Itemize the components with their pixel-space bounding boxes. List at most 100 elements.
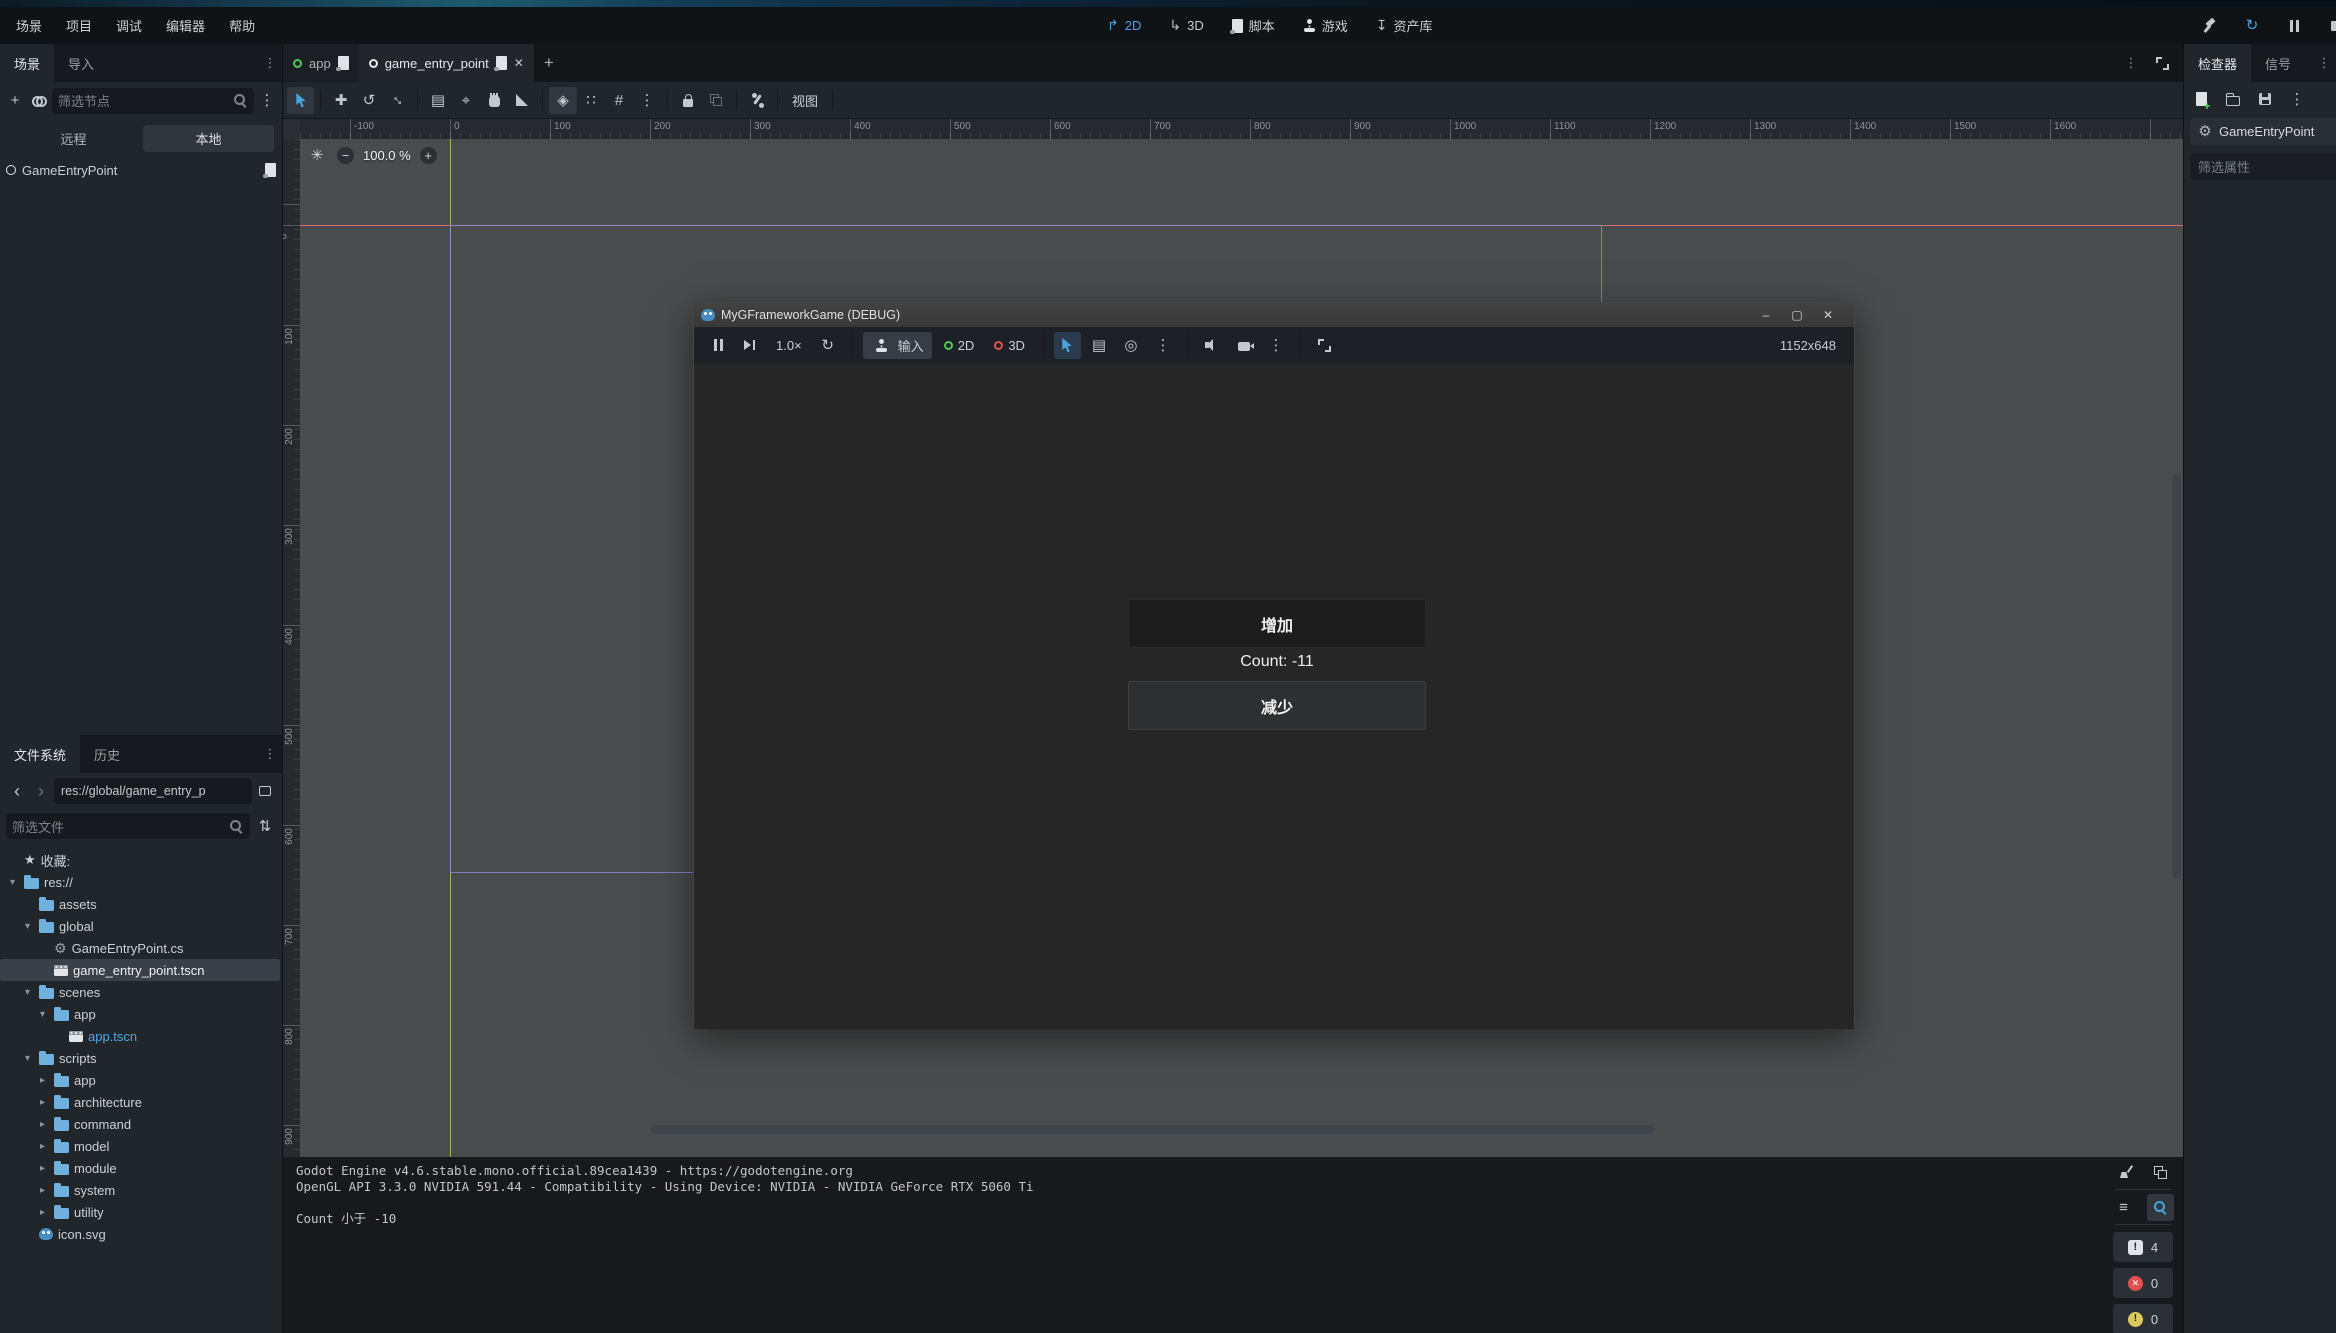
copy-output-button[interactable] (2149, 1161, 2171, 1183)
picking-button[interactable]: ◎ (1117, 332, 1145, 359)
tab-信号[interactable]: 信号 (2251, 44, 2305, 82)
file-tree-row-GameEntryPoint.cs[interactable]: ⚙GameEntryPoint.cs (0, 937, 280, 959)
workspace-button-3D[interactable]: ↳3D (1160, 12, 1212, 40)
pan-tool[interactable] (480, 87, 508, 114)
tab-导入[interactable]: 导入 (54, 44, 108, 82)
inspected-node-row[interactable]: ⚙ GameEntryPoint (2190, 118, 2336, 145)
scene-tree-options-menu[interactable]: ⋮ (256, 90, 278, 112)
tree-open-arrow-icon[interactable]: ▾ (6, 877, 19, 888)
workspace-button-游戏[interactable]: 游戏 (1294, 12, 1357, 40)
zoom-out-button[interactable]: − (337, 147, 354, 164)
file-tree-row-scenes[interactable]: ▾scenes (0, 981, 280, 1003)
menu-item-帮助[interactable]: 帮助 (217, 12, 267, 40)
instance-scene-button[interactable] (28, 90, 50, 112)
rotate-tool[interactable]: ↺ (355, 87, 383, 114)
tree-closed-arrow-icon[interactable]: ▸ (36, 1119, 49, 1130)
file-tree-row-utility[interactable]: ▸utility (0, 1201, 280, 1223)
mode-3d-button[interactable]: 3D (986, 332, 1033, 359)
tree-open-arrow-icon[interactable]: ▾ (21, 921, 34, 932)
tab-文件系统[interactable]: 文件系统 (0, 735, 80, 773)
scene-filter-input[interactable]: 筛选节点 (52, 88, 254, 114)
tree-closed-arrow-icon[interactable]: ▸ (36, 1075, 49, 1086)
horizontal-scrollbar[interactable] (651, 1125, 1654, 1134)
pivot-tool[interactable]: ⌖ (452, 87, 480, 114)
file-tree-row-[interactable]: ★收藏: (0, 849, 280, 871)
input-mode-button[interactable]: 输入 (863, 332, 932, 359)
file-tree-row-app[interactable]: ▸app (0, 1069, 280, 1091)
camera-override-button[interactable] (1230, 332, 1258, 359)
save-resource-button[interactable] (2254, 88, 2276, 110)
pause-game-button[interactable] (704, 332, 732, 359)
scale-tool[interactable]: ↕ (383, 87, 411, 114)
warnings-badge[interactable]: !0 (2113, 1304, 2173, 1333)
new-resource-button[interactable] (2190, 88, 2212, 110)
file-tree-row-scripts[interactable]: ▾scripts (0, 1047, 280, 1069)
view-menu[interactable]: 视图 (784, 87, 826, 114)
property-filter-input[interactable]: 筛选属性 (2190, 153, 2336, 180)
restart-game-button[interactable]: ↻ (814, 332, 842, 359)
select-options-menu[interactable]: ⋮ (1149, 332, 1177, 359)
resource-options-menu[interactable]: ⋮ (2286, 88, 2308, 110)
add-node-button[interactable]: + (4, 90, 26, 112)
tab-场景[interactable]: 场景 (0, 44, 54, 82)
tab-options-menu[interactable]: ⋮ (2312, 51, 2336, 75)
tree-closed-arrow-icon[interactable]: ▸ (36, 1163, 49, 1174)
tree-closed-arrow-icon[interactable]: ▸ (36, 1207, 49, 1218)
close-button[interactable]: ✕ (1817, 306, 1839, 324)
tab-options-menu[interactable]: ⋮ (258, 742, 282, 766)
zoom-level-label[interactable]: 100.0 % (363, 148, 411, 163)
list-select-tool[interactable]: ▤ (424, 87, 452, 114)
select-tool[interactable] (287, 87, 314, 114)
scene-tab-game_entry_point[interactable]: game_entry_point✕ (359, 44, 534, 82)
tab-options-menu[interactable]: ⋮ (258, 51, 282, 75)
script-icon[interactable] (265, 163, 276, 177)
workspace-button-资产库[interactable]: ↧资产库 (1367, 12, 1442, 40)
grid-snap-toggle[interactable]: ∷ (577, 87, 605, 114)
2d-viewport[interactable]: ✳ − 100.0 % + MyGFrameworkGame (DEBUG) –… (300, 139, 2183, 1160)
menu-item-场景[interactable]: 场景 (4, 12, 54, 40)
file-tree-row-module[interactable]: ▸module (0, 1157, 280, 1179)
tree-open-arrow-icon[interactable]: ▾ (21, 987, 34, 998)
tab-历史[interactable]: 历史 (80, 735, 134, 773)
ruler-tool[interactable] (508, 87, 536, 114)
embed-options-button[interactable] (1311, 332, 1339, 359)
select-mode-button[interactable] (1054, 332, 1081, 359)
stop-icon[interactable] (2322, 12, 2336, 39)
tree-open-arrow-icon[interactable]: ▾ (21, 1053, 34, 1064)
file-tree-row-icon.svg[interactable]: icon.svg (0, 1223, 280, 1245)
smart-snap-toggle[interactable]: ◈ (549, 87, 577, 114)
break-hammer-icon[interactable] (2196, 12, 2224, 39)
snap-options-menu[interactable]: ⋮ (633, 87, 661, 114)
game-window-titlebar[interactable]: MyGFrameworkGame (DEBUG) – ▢ ✕ (694, 303, 1854, 327)
lock-selected-button[interactable] (674, 87, 702, 114)
split-view-button[interactable] (254, 780, 276, 802)
increase-button[interactable]: 增加 (1128, 599, 1426, 648)
distraction-free-button[interactable] (2151, 52, 2173, 74)
vertical-scrollbar[interactable] (2172, 474, 2181, 879)
errors-badge[interactable]: ✕0 (2113, 1268, 2173, 1298)
scene-tab-app[interactable]: app (283, 44, 359, 82)
mute-audio-button[interactable] (1198, 332, 1226, 359)
local-button[interactable]: 本地 (143, 125, 274, 152)
menu-item-编辑器[interactable]: 编辑器 (154, 12, 217, 40)
skeleton-menu[interactable] (743, 87, 771, 114)
speed-label[interactable]: 1.0× (768, 332, 810, 359)
nav-forward-button[interactable]: › (30, 780, 52, 802)
grid-toggle[interactable]: # (605, 87, 633, 114)
file-filter-input[interactable]: 筛选文件 (6, 813, 250, 839)
nav-back-button[interactable]: ‹ (6, 780, 28, 802)
clear-output-button[interactable] (2115, 1161, 2137, 1183)
close-tab-icon[interactable]: ✕ (514, 56, 524, 70)
list-select-mode-button[interactable]: ▤ (1085, 332, 1113, 359)
sort-files-button[interactable]: ⇅ (254, 815, 276, 837)
menu-item-项目[interactable]: 项目 (54, 12, 104, 40)
tree-open-arrow-icon[interactable]: ▾ (36, 1009, 49, 1020)
zoom-in-button[interactable]: + (420, 147, 437, 164)
scene-tree-root-row[interactable]: GameEntryPoint (0, 157, 282, 183)
file-tree-row-system[interactable]: ▸system (0, 1179, 280, 1201)
file-tree-row-global[interactable]: ▾global (0, 915, 280, 937)
pause-icon[interactable] (2280, 12, 2308, 39)
reload-project-icon[interactable]: ↻ (2238, 12, 2266, 39)
decrease-button[interactable]: 减少 (1128, 681, 1426, 730)
mode-2d-button[interactable]: 2D (936, 332, 983, 359)
